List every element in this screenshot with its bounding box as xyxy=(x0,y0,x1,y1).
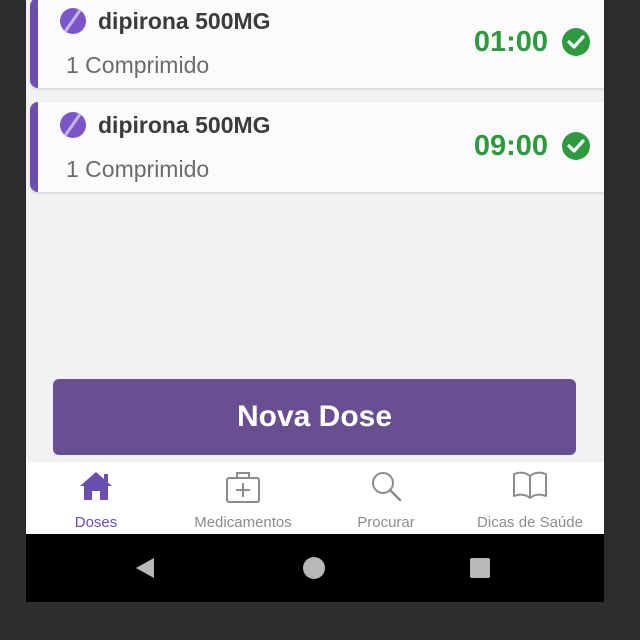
nav-item-label: Dicas de Saúde xyxy=(477,514,583,531)
nav-item-label: Medicamentos xyxy=(194,514,292,531)
dose-medication-name: dipirona 500MG xyxy=(98,8,271,34)
dose-quantity: 1 Comprimido xyxy=(66,52,210,78)
dose-quantity: 1 Comprimido xyxy=(66,156,210,182)
nav-item-procurar[interactable]: Procurar xyxy=(316,462,456,534)
pill-icon xyxy=(60,112,86,138)
home-circle-icon[interactable] xyxy=(303,557,325,579)
nav-item-medicamentos[interactable]: Medicamentos xyxy=(170,462,316,534)
recent-apps-icon[interactable] xyxy=(470,558,490,578)
home-icon xyxy=(79,470,113,507)
search-icon xyxy=(370,470,402,507)
check-circle-icon[interactable] xyxy=(562,132,590,160)
nav-item-doses[interactable]: Doses xyxy=(26,462,166,534)
dose-card[interactable]: dipirona 500MG 1 Comprimido 09:00 xyxy=(30,102,604,192)
system-navigation-bar xyxy=(26,534,604,602)
dose-time: 01:00 xyxy=(473,26,548,58)
device-bezel-bottom xyxy=(0,600,640,640)
nav-item-dicas-de-saude[interactable]: Dicas de Saúde xyxy=(456,462,604,534)
pill-icon xyxy=(60,8,86,34)
nav-item-label: Procurar xyxy=(357,514,415,531)
bottom-navigation: Doses Medicamentos Procurar Dicas de Saú… xyxy=(26,462,604,534)
back-icon[interactable] xyxy=(134,556,156,585)
first-aid-kit-icon xyxy=(225,470,261,509)
dose-time: 09:00 xyxy=(473,130,548,162)
app-screen: dipirona 500MG 1 Comprimido 01:00 dipiro… xyxy=(26,0,604,602)
dose-medication-name: dipirona 500MG xyxy=(98,112,271,138)
device-bezel-left xyxy=(0,0,26,640)
book-icon xyxy=(512,470,548,505)
nav-item-label: Doses xyxy=(74,514,118,531)
check-circle-icon[interactable] xyxy=(562,28,590,56)
new-dose-button[interactable]: Nova Dose xyxy=(53,379,576,455)
device-bezel-right xyxy=(604,0,640,640)
dose-card[interactable]: dipirona 500MG 1 Comprimido 01:00 xyxy=(30,0,604,88)
